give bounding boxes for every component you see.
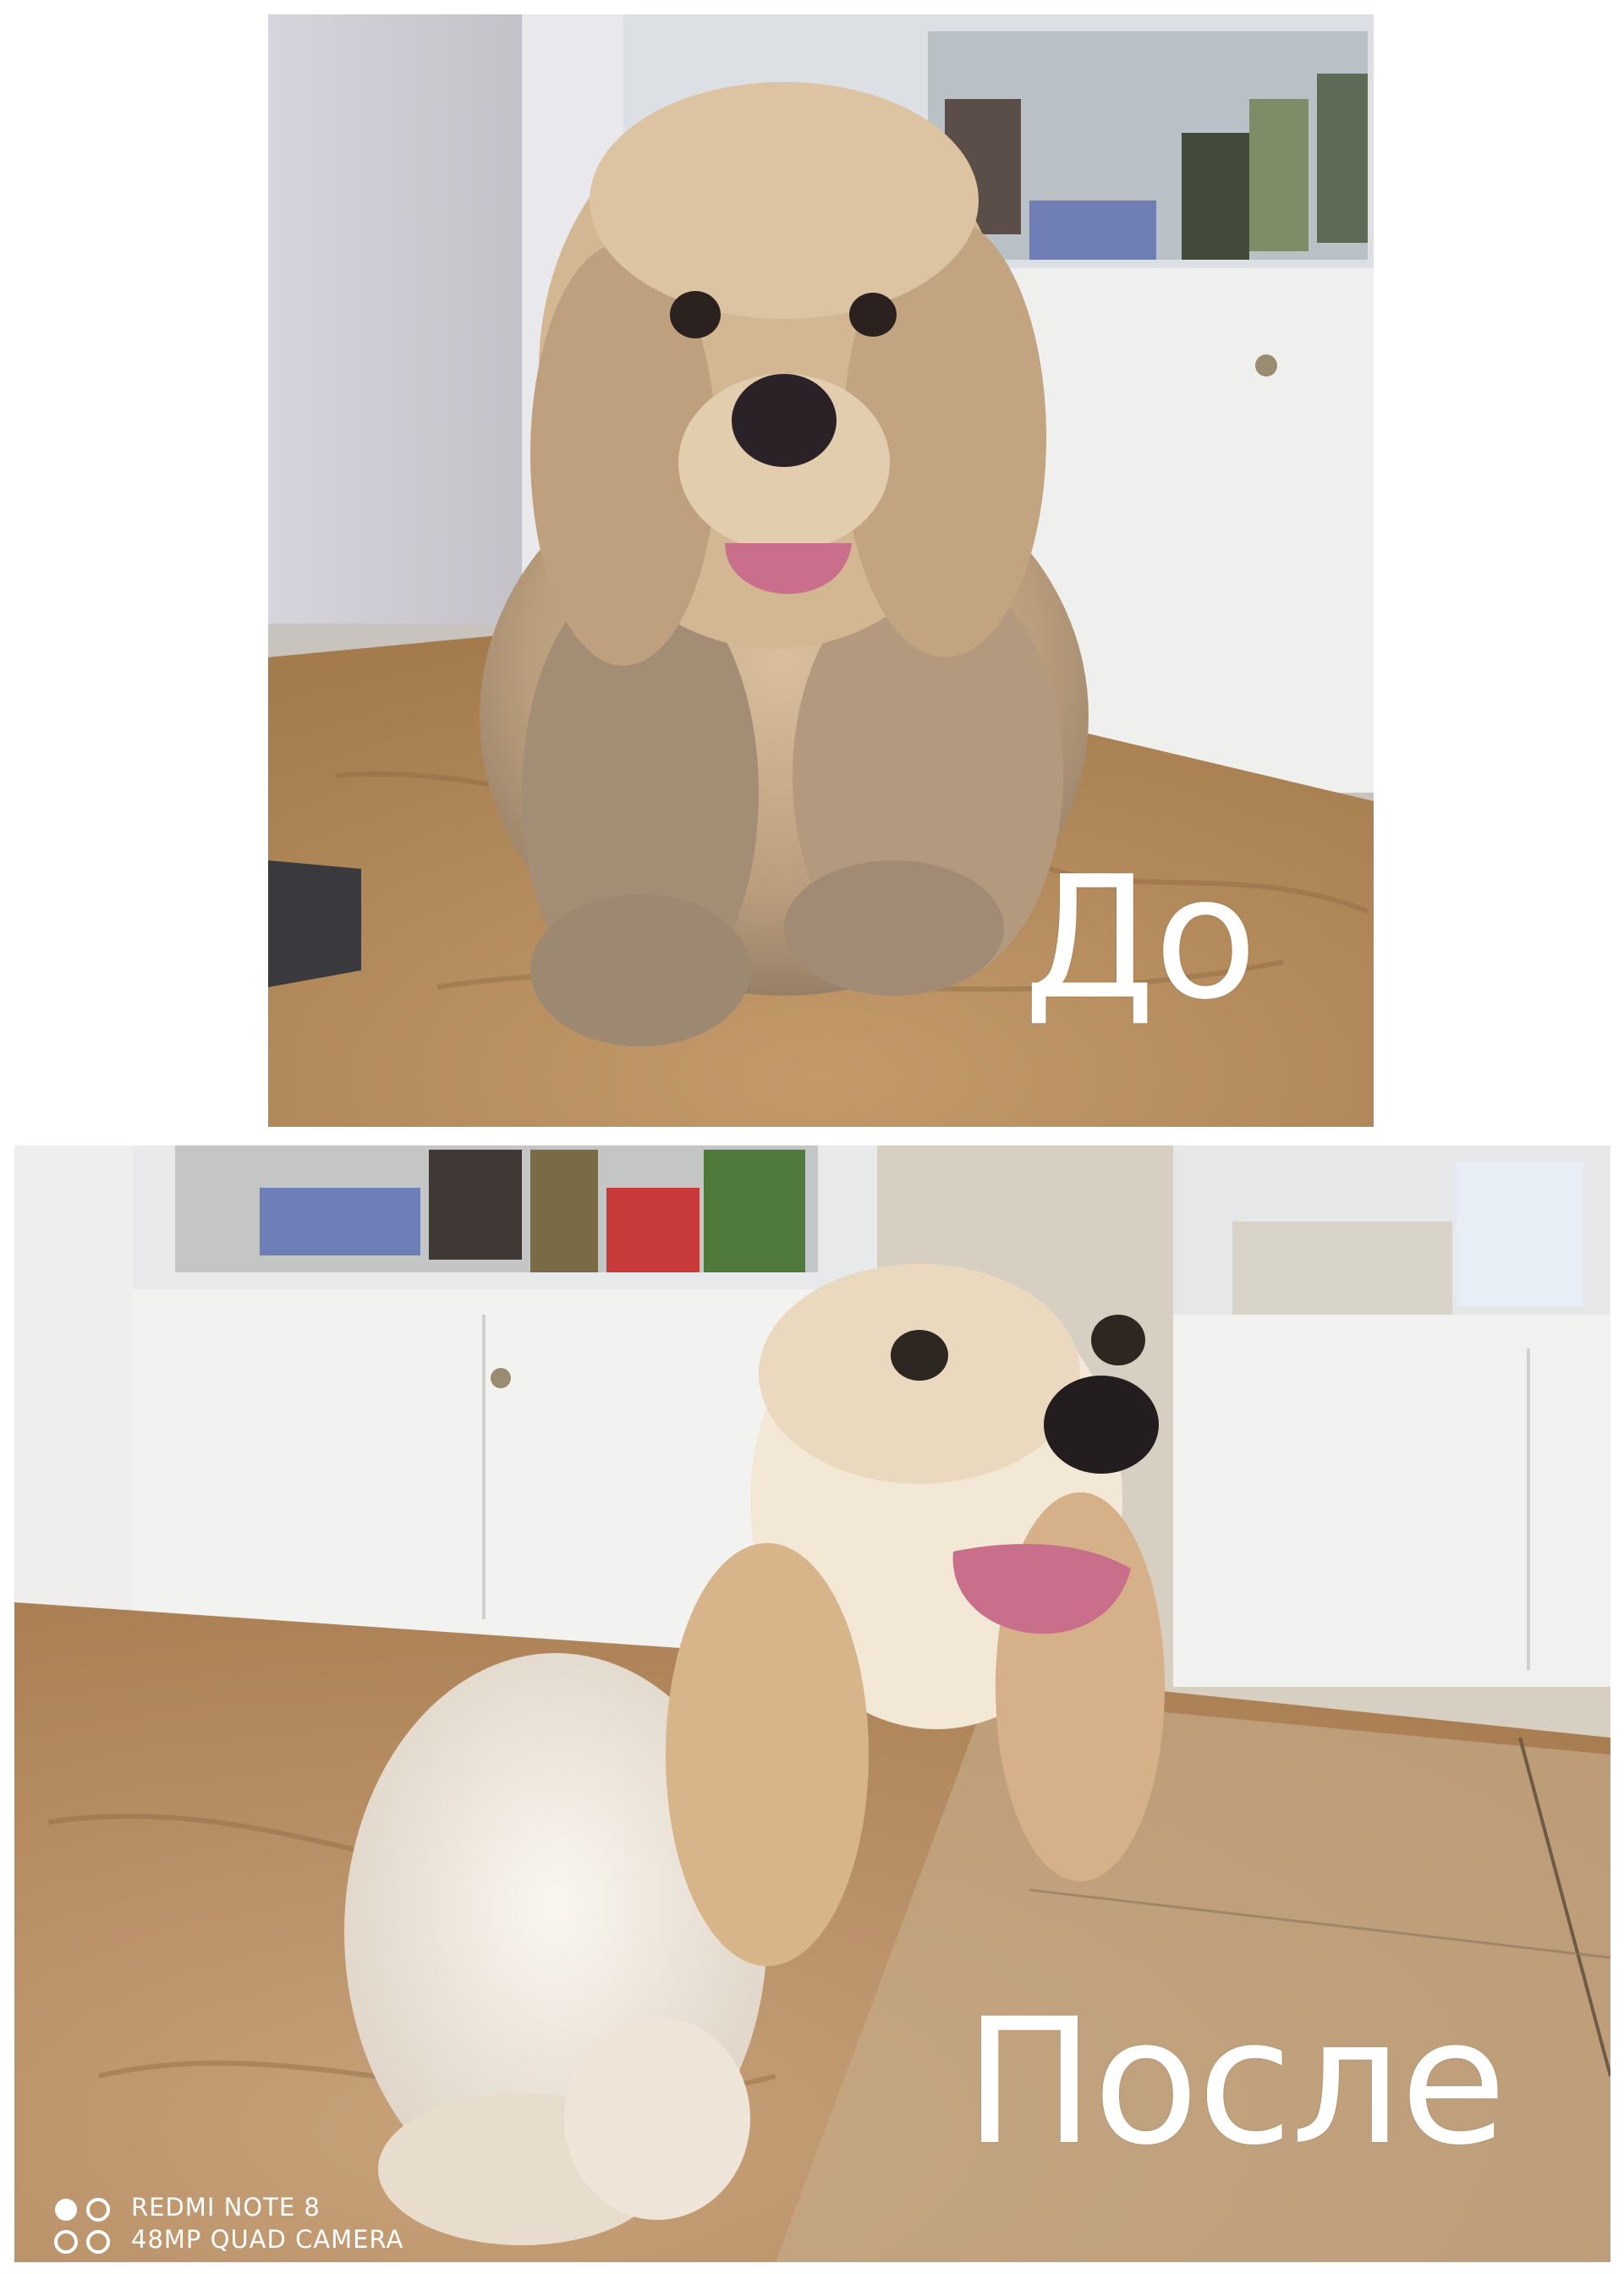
- ear: [666, 1543, 869, 1966]
- watermark-camera: 48MP QUAD CAMERA: [131, 2225, 404, 2254]
- watermark-model: REDMI NOTE 8: [131, 2193, 321, 2222]
- cabinet-right: [1173, 1315, 1610, 1687]
- before-caption: До: [1023, 840, 1258, 1037]
- after-caption: После: [964, 1982, 1506, 2183]
- camera-lens-icon: [54, 2198, 110, 2254]
- wall: [268, 14, 539, 623]
